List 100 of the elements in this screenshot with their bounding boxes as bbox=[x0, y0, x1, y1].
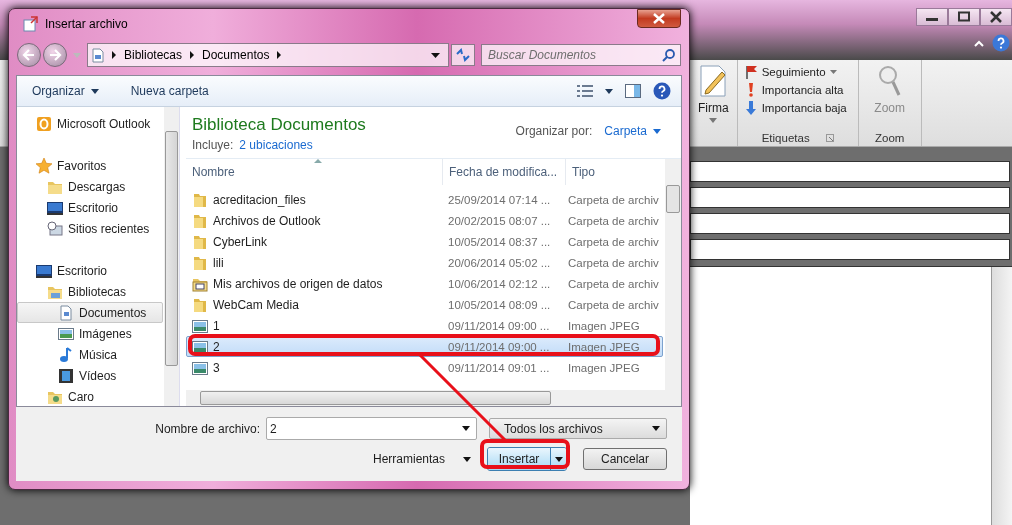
address-bar[interactable]: Bibliotecas Documentos bbox=[87, 43, 449, 67]
sidebar-item[interactable]: Escritorio bbox=[17, 260, 163, 281]
tools-button[interactable]: Herramientas bbox=[372, 452, 471, 466]
file-name: CyberLink bbox=[213, 234, 268, 249]
help-icon[interactable] bbox=[992, 34, 1010, 52]
pencil-document-icon bbox=[698, 64, 729, 98]
file-name: WebCam Media bbox=[213, 297, 299, 312]
caret-icon[interactable] bbox=[605, 88, 613, 94]
image-icon bbox=[58, 325, 74, 342]
refresh-button[interactable] bbox=[451, 44, 475, 66]
arrange-dropdown[interactable]: Carpeta bbox=[604, 124, 661, 138]
file-row[interactable]: Mis archivos de origen de datos 10/06/2014 02:12 ... Carpeta de archiv bbox=[186, 273, 663, 294]
chevron-icon[interactable] bbox=[276, 51, 283, 59]
scrollbar[interactable] bbox=[186, 390, 681, 406]
view-icon[interactable] bbox=[577, 85, 593, 97]
library-title: Biblioteca Documentos bbox=[192, 115, 366, 135]
magnifier-icon bbox=[877, 64, 902, 98]
group-label: Zoom bbox=[874, 132, 905, 144]
file-name: 1 bbox=[213, 318, 220, 333]
caret-icon[interactable] bbox=[431, 52, 440, 58]
sidebar-item[interactable]: Sitios recientes bbox=[17, 218, 163, 239]
chevron-icon[interactable] bbox=[189, 51, 196, 59]
folder-icon bbox=[192, 191, 208, 208]
search-icon[interactable] bbox=[662, 49, 675, 62]
modified-date: 09/11/2014 09:01 ... bbox=[448, 361, 550, 374]
sidebar-item[interactable]: Documentos bbox=[17, 302, 163, 323]
sidebar-item[interactable]: Favoritos bbox=[17, 155, 163, 176]
sidebar-item[interactable]: Vídeos bbox=[17, 365, 163, 386]
file-type-dropdown[interactable]: Todos los archivos bbox=[489, 418, 667, 439]
sidebar-item[interactable]: Bibliotecas bbox=[17, 281, 163, 302]
scrollbar[interactable] bbox=[991, 267, 1012, 525]
file-row[interactable]: Archivos de Outlook 20/02/2015 08:07 ... Carpeta de archiv bbox=[186, 210, 663, 231]
left-arrow-icon bbox=[22, 49, 36, 61]
desktop-icon bbox=[47, 199, 63, 216]
caret-icon bbox=[463, 456, 471, 462]
file-row[interactable]: CyberLink 10/05/2014 08:37 ... Carpeta de archiv bbox=[186, 231, 663, 252]
close-button[interactable] bbox=[637, 9, 681, 28]
scrollbar[interactable] bbox=[164, 107, 179, 406]
input-field[interactable] bbox=[690, 213, 1010, 234]
file-row[interactable]: 1 09/11/2014 09:00 ... Imagen JPEG bbox=[186, 315, 663, 336]
cancel-button[interactable]: Cancelar bbox=[583, 448, 667, 470]
locations-link[interactable]: 2 ubicaciones bbox=[239, 138, 313, 152]
chevron-icon[interactable] bbox=[111, 51, 117, 59]
desktop-icon bbox=[36, 262, 52, 279]
forward-button[interactable] bbox=[43, 43, 67, 67]
modified-date: 09/11/2014 09:00 ... bbox=[448, 319, 550, 332]
folder-icon bbox=[192, 233, 208, 250]
file-type: Imagen JPEG bbox=[568, 361, 640, 374]
flag-icon bbox=[743, 65, 758, 79]
dialog-launcher-icon[interactable] bbox=[825, 134, 834, 142]
close-icon bbox=[988, 11, 1004, 23]
sidebar-item[interactable]: Música bbox=[17, 344, 163, 365]
input-field[interactable] bbox=[690, 239, 1010, 260]
back-button[interactable] bbox=[17, 43, 41, 67]
search-field[interactable]: Buscar Documentos bbox=[481, 44, 681, 66]
filename-field[interactable]: 2 bbox=[266, 417, 477, 440]
organize-button[interactable]: Organizar bbox=[32, 84, 99, 98]
sidebar-item[interactable]: Escritorio bbox=[17, 197, 163, 218]
insert-file-icon bbox=[23, 16, 39, 32]
music-icon bbox=[58, 346, 74, 363]
outlook-icon bbox=[36, 115, 52, 132]
file-type: Carpeta de archiv bbox=[568, 298, 659, 311]
file-row[interactable]: WebCam Media 10/05/2014 08:09 ... Carpeta de archiv bbox=[186, 294, 663, 315]
minimize-button[interactable] bbox=[916, 8, 948, 26]
includes-label: Incluye: bbox=[192, 138, 234, 152]
file-row[interactable]: 3 09/11/2014 09:01 ... Imagen JPEG bbox=[186, 357, 663, 378]
file-name: acreditacion_files bbox=[213, 192, 306, 207]
caret-icon bbox=[652, 426, 660, 431]
input-field[interactable] bbox=[690, 187, 1010, 208]
sidebar-item[interactable]: Microsoft Outlook bbox=[17, 113, 163, 134]
arrange-label: Organizar por: bbox=[515, 124, 593, 138]
sidebar-item[interactable]: Caro bbox=[17, 386, 163, 406]
scrollbar[interactable] bbox=[665, 159, 681, 390]
document-icon bbox=[58, 304, 74, 321]
breadcrumb-item[interactable]: Documentos bbox=[202, 48, 270, 62]
column-header[interactable]: Fecha de modifica... bbox=[443, 159, 566, 185]
collapse-icon[interactable] bbox=[974, 39, 984, 47]
breadcrumb-item[interactable]: Bibliotecas bbox=[124, 48, 183, 62]
file-name: Mis archivos de origen de datos bbox=[213, 276, 383, 291]
tag-button[interactable]: Seguimiento bbox=[743, 65, 852, 79]
file-row[interactable]: acreditacion_files 25/09/2014 07:14 ... Carpeta de archiv bbox=[186, 189, 663, 210]
file-row[interactable]: lili 20/06/2014 05:02 ... Carpeta de archiv bbox=[186, 252, 663, 273]
sidebar-item[interactable]: Descargas bbox=[17, 176, 163, 197]
column-header[interactable]: Nombre bbox=[186, 159, 443, 185]
input-field[interactable] bbox=[690, 161, 1010, 182]
caret-icon bbox=[462, 426, 470, 431]
image-file-icon bbox=[192, 359, 208, 376]
column-header[interactable]: Tipo bbox=[566, 159, 665, 185]
maximize-button[interactable] bbox=[948, 8, 980, 26]
new-folder-button[interactable]: Nueva carpeta bbox=[130, 84, 209, 98]
help-icon[interactable] bbox=[653, 82, 671, 100]
sidebar-item[interactable]: Imágenes bbox=[17, 323, 163, 344]
signature-button[interactable]: Firma bbox=[698, 64, 729, 123]
restore-icon bbox=[957, 11, 971, 23]
preview-pane-icon[interactable] bbox=[625, 84, 641, 98]
close-button[interactable] bbox=[980, 8, 1012, 26]
modified-date: 25/09/2014 07:14 ... bbox=[448, 193, 551, 206]
modified-date: 10/06/2014 02:12 ... bbox=[448, 277, 551, 290]
tag-button[interactable]: Importancia baja bbox=[743, 101, 852, 115]
tag-button[interactable]: Importancia alta bbox=[743, 83, 852, 97]
